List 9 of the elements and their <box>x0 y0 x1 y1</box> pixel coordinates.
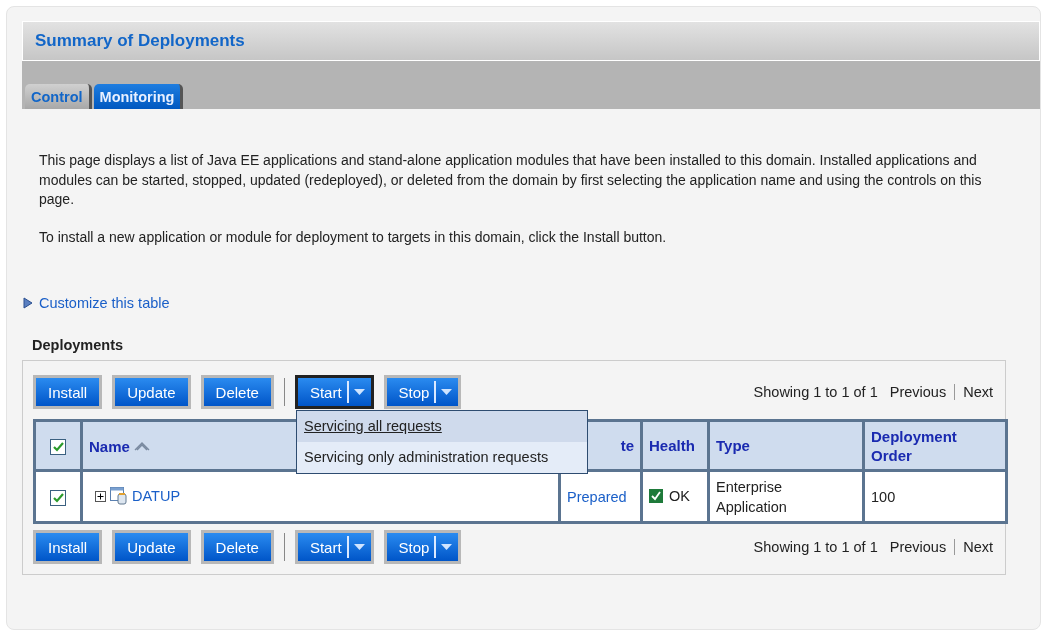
table-cell: Enterprise Application <box>708 470 864 523</box>
table-cell: 100 <box>863 470 1007 523</box>
intro-paragraph: This page displays a list of Java EE applications and stand-alone application modules that have been installed to this domain. Installed applications and modules can be started, stopped, updated (redeployed), or deleted from the domain by first selecting the application name and using the controls on this page. <box>39 151 983 209</box>
intro-paragraph: To install a new application or module for deployment to targets in this domain, click the Install button. <box>39 227 668 247</box>
paging-text: Showing 1 to 1 of 1 <box>753 384 878 400</box>
health-text: OK <box>669 486 690 506</box>
table-title: Deployments <box>32 337 125 353</box>
paging-text: Showing 1 to 1 of 1 <box>753 539 878 555</box>
page-title: Summary of Deployments <box>35 31 245 51</box>
